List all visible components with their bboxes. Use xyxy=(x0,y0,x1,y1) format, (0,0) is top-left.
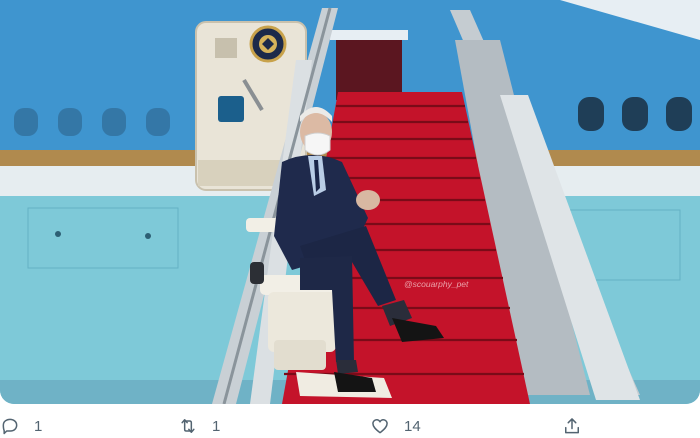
like-button[interactable]: 14 xyxy=(370,416,421,436)
airplane-stair-scene: @scouarphy_pet xyxy=(0,0,700,404)
retweet-icon xyxy=(181,419,195,433)
retweet-button[interactable]: 1 xyxy=(178,416,220,436)
heart-icon xyxy=(372,419,388,434)
reply-button[interactable]: 1 xyxy=(0,416,42,436)
watermark: @scouarphy_pet xyxy=(404,279,469,289)
retweet-count: 1 xyxy=(212,417,221,435)
share-button[interactable] xyxy=(562,416,582,436)
share-icon xyxy=(565,418,579,434)
reply-count: 1 xyxy=(34,417,43,435)
tweet-photo[interactable]: @scouarphy_pet xyxy=(0,0,700,404)
like-count: 14 xyxy=(404,417,421,435)
tweet-action-bar: 1 1 14 xyxy=(0,410,700,438)
doorway xyxy=(336,38,402,100)
reply-icon xyxy=(2,418,18,435)
presidential-seal-icon xyxy=(249,25,287,63)
windows-right xyxy=(578,97,692,131)
